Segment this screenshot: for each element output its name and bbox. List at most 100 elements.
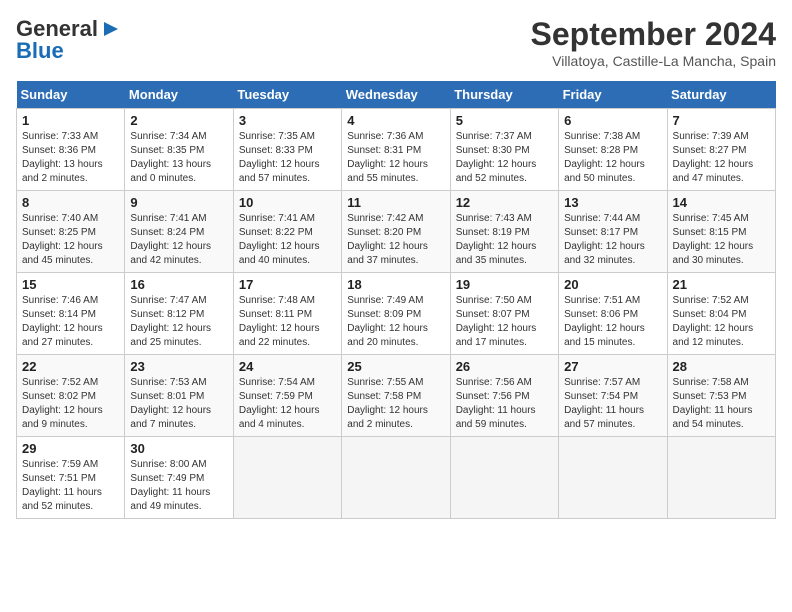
day-number: 23: [130, 359, 227, 374]
col-monday: Monday: [125, 81, 233, 109]
day-number: 17: [239, 277, 336, 292]
table-row: 7 Sunrise: 7:39 AM Sunset: 8:27 PM Dayli…: [667, 109, 775, 191]
day-details: Sunrise: 7:46 AM Sunset: 8:14 PM Dayligh…: [22, 294, 119, 350]
day-details: Sunrise: 7:41 AM Sunset: 8:24 PM Dayligh…: [130, 212, 227, 268]
page-subtitle: Villatoya, Castille-La Mancha, Spain: [531, 53, 776, 69]
day-number: 18: [347, 277, 444, 292]
table-row: 4 Sunrise: 7:36 AM Sunset: 8:31 PM Dayli…: [342, 109, 450, 191]
table-row: [342, 437, 450, 519]
day-details: Sunrise: 7:33 AM Sunset: 8:36 PM Dayligh…: [22, 130, 119, 186]
day-number: 25: [347, 359, 444, 374]
table-row: 8 Sunrise: 7:40 AM Sunset: 8:25 PM Dayli…: [17, 191, 125, 273]
table-row: [450, 437, 558, 519]
col-tuesday: Tuesday: [233, 81, 341, 109]
day-number: 5: [456, 113, 553, 128]
day-number: 12: [456, 195, 553, 210]
day-number: 15: [22, 277, 119, 292]
table-row: 6 Sunrise: 7:38 AM Sunset: 8:28 PM Dayli…: [559, 109, 667, 191]
day-details: Sunrise: 7:56 AM Sunset: 7:56 PM Dayligh…: [456, 376, 553, 432]
table-row: 16 Sunrise: 7:47 AM Sunset: 8:12 PM Dayl…: [125, 273, 233, 355]
day-number: 6: [564, 113, 661, 128]
day-details: Sunrise: 7:42 AM Sunset: 8:20 PM Dayligh…: [347, 212, 444, 268]
calendar-week-row: 22 Sunrise: 7:52 AM Sunset: 8:02 PM Dayl…: [17, 355, 776, 437]
calendar-table: Sunday Monday Tuesday Wednesday Thursday…: [16, 81, 776, 519]
day-number: 10: [239, 195, 336, 210]
day-details: Sunrise: 7:41 AM Sunset: 8:22 PM Dayligh…: [239, 212, 336, 268]
table-row: 28 Sunrise: 7:58 AM Sunset: 7:53 PM Dayl…: [667, 355, 775, 437]
table-row: 11 Sunrise: 7:42 AM Sunset: 8:20 PM Dayl…: [342, 191, 450, 273]
logo: General Blue: [16, 16, 122, 64]
table-row: 14 Sunrise: 7:45 AM Sunset: 8:15 PM Dayl…: [667, 191, 775, 273]
day-details: Sunrise: 7:53 AM Sunset: 8:01 PM Dayligh…: [130, 376, 227, 432]
day-number: 19: [456, 277, 553, 292]
day-details: Sunrise: 7:37 AM Sunset: 8:30 PM Dayligh…: [456, 130, 553, 186]
day-details: Sunrise: 7:36 AM Sunset: 8:31 PM Dayligh…: [347, 130, 444, 186]
day-details: Sunrise: 7:54 AM Sunset: 7:59 PM Dayligh…: [239, 376, 336, 432]
day-details: Sunrise: 7:52 AM Sunset: 8:04 PM Dayligh…: [673, 294, 770, 350]
day-number: 13: [564, 195, 661, 210]
title-block: September 2024 Villatoya, Castille-La Ma…: [531, 16, 776, 69]
table-row: 22 Sunrise: 7:52 AM Sunset: 8:02 PM Dayl…: [17, 355, 125, 437]
table-row: 1 Sunrise: 7:33 AM Sunset: 8:36 PM Dayli…: [17, 109, 125, 191]
day-number: 9: [130, 195, 227, 210]
calendar-header-row: Sunday Monday Tuesday Wednesday Thursday…: [17, 81, 776, 109]
table-row: 27 Sunrise: 7:57 AM Sunset: 7:54 PM Dayl…: [559, 355, 667, 437]
day-details: Sunrise: 7:38 AM Sunset: 8:28 PM Dayligh…: [564, 130, 661, 186]
day-details: Sunrise: 7:39 AM Sunset: 8:27 PM Dayligh…: [673, 130, 770, 186]
day-number: 2: [130, 113, 227, 128]
calendar-week-row: 15 Sunrise: 7:46 AM Sunset: 8:14 PM Dayl…: [17, 273, 776, 355]
day-details: Sunrise: 8:00 AM Sunset: 7:49 PM Dayligh…: [130, 458, 227, 514]
day-number: 3: [239, 113, 336, 128]
day-number: 20: [564, 277, 661, 292]
table-row: 17 Sunrise: 7:48 AM Sunset: 8:11 PM Dayl…: [233, 273, 341, 355]
col-wednesday: Wednesday: [342, 81, 450, 109]
table-row: 3 Sunrise: 7:35 AM Sunset: 8:33 PM Dayli…: [233, 109, 341, 191]
day-details: Sunrise: 7:45 AM Sunset: 8:15 PM Dayligh…: [673, 212, 770, 268]
day-number: 4: [347, 113, 444, 128]
col-saturday: Saturday: [667, 81, 775, 109]
day-number: 14: [673, 195, 770, 210]
table-row: [559, 437, 667, 519]
logo-blue: Blue: [16, 38, 64, 64]
header: General Blue September 2024 Villatoya, C…: [16, 16, 776, 69]
col-thursday: Thursday: [450, 81, 558, 109]
day-number: 24: [239, 359, 336, 374]
calendar-week-row: 29 Sunrise: 7:59 AM Sunset: 7:51 PM Dayl…: [17, 437, 776, 519]
table-row: 19 Sunrise: 7:50 AM Sunset: 8:07 PM Dayl…: [450, 273, 558, 355]
table-row: 26 Sunrise: 7:56 AM Sunset: 7:56 PM Dayl…: [450, 355, 558, 437]
table-row: 15 Sunrise: 7:46 AM Sunset: 8:14 PM Dayl…: [17, 273, 125, 355]
day-details: Sunrise: 7:40 AM Sunset: 8:25 PM Dayligh…: [22, 212, 119, 268]
table-row: 2 Sunrise: 7:34 AM Sunset: 8:35 PM Dayli…: [125, 109, 233, 191]
day-number: 11: [347, 195, 444, 210]
day-number: 1: [22, 113, 119, 128]
day-details: Sunrise: 7:55 AM Sunset: 7:58 PM Dayligh…: [347, 376, 444, 432]
day-number: 29: [22, 441, 119, 456]
day-details: Sunrise: 7:58 AM Sunset: 7:53 PM Dayligh…: [673, 376, 770, 432]
logo-arrow-icon: [100, 18, 122, 40]
day-number: 27: [564, 359, 661, 374]
day-number: 8: [22, 195, 119, 210]
day-number: 22: [22, 359, 119, 374]
page-title: September 2024: [531, 16, 776, 53]
table-row: 24 Sunrise: 7:54 AM Sunset: 7:59 PM Dayl…: [233, 355, 341, 437]
day-details: Sunrise: 7:49 AM Sunset: 8:09 PM Dayligh…: [347, 294, 444, 350]
day-details: Sunrise: 7:47 AM Sunset: 8:12 PM Dayligh…: [130, 294, 227, 350]
table-row: 23 Sunrise: 7:53 AM Sunset: 8:01 PM Dayl…: [125, 355, 233, 437]
table-row: 25 Sunrise: 7:55 AM Sunset: 7:58 PM Dayl…: [342, 355, 450, 437]
table-row: 21 Sunrise: 7:52 AM Sunset: 8:04 PM Dayl…: [667, 273, 775, 355]
day-details: Sunrise: 7:34 AM Sunset: 8:35 PM Dayligh…: [130, 130, 227, 186]
table-row: 10 Sunrise: 7:41 AM Sunset: 8:22 PM Dayl…: [233, 191, 341, 273]
table-row: 30 Sunrise: 8:00 AM Sunset: 7:49 PM Dayl…: [125, 437, 233, 519]
table-row: [667, 437, 775, 519]
table-row: 18 Sunrise: 7:49 AM Sunset: 8:09 PM Dayl…: [342, 273, 450, 355]
day-number: 21: [673, 277, 770, 292]
day-details: Sunrise: 7:59 AM Sunset: 7:51 PM Dayligh…: [22, 458, 119, 514]
table-row: 12 Sunrise: 7:43 AM Sunset: 8:19 PM Dayl…: [450, 191, 558, 273]
table-row: 29 Sunrise: 7:59 AM Sunset: 7:51 PM Dayl…: [17, 437, 125, 519]
col-friday: Friday: [559, 81, 667, 109]
table-row: 9 Sunrise: 7:41 AM Sunset: 8:24 PM Dayli…: [125, 191, 233, 273]
day-details: Sunrise: 7:35 AM Sunset: 8:33 PM Dayligh…: [239, 130, 336, 186]
table-row: [233, 437, 341, 519]
table-row: 5 Sunrise: 7:37 AM Sunset: 8:30 PM Dayli…: [450, 109, 558, 191]
calendar-week-row: 8 Sunrise: 7:40 AM Sunset: 8:25 PM Dayli…: [17, 191, 776, 273]
